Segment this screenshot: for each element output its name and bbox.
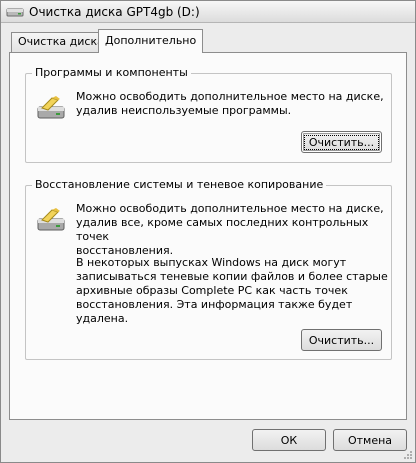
restore-cleanup-button[interactable]: Очистить...: [301, 329, 382, 351]
restore-description: Можно освободить дополнительное место на…: [76, 202, 384, 257]
drive-cleanup-icon: [6, 4, 24, 20]
restore-group-title: Восстановление системы и теневое копиров…: [32, 178, 327, 191]
window-title: Очистка диска GPT4gb (D:): [29, 4, 200, 19]
programs-description: Можно освободить дополнительное место на…: [76, 90, 384, 117]
programs-cleanup-button[interactable]: Очистить...: [301, 131, 382, 153]
programs-cleanup-label: Очистить...: [303, 134, 380, 150]
disk-cleanup-icon: [36, 208, 68, 234]
cancel-label: Отмена: [347, 433, 393, 447]
tab-label: Очистка диска: [18, 35, 104, 48]
tab-label: Дополнительно: [105, 34, 197, 47]
programs-groupbox: Программы и компоненты Можно освободить …: [25, 66, 392, 163]
ok-button[interactable]: ОК: [252, 429, 326, 451]
disk-cleanup-icon: [36, 96, 68, 122]
title-bar[interactable]: Очистка диска GPT4gb (D:): [1, 1, 415, 23]
restore-cleanup-label: Очистить...: [308, 333, 375, 347]
restore-shadow-copy-note: В некоторых выпусках Windows на диск мог…: [76, 256, 388, 325]
resize-grip-icon[interactable]: [403, 450, 413, 460]
tab-more-options[interactable]: Дополнительно: [98, 29, 204, 53]
tab-disk-cleanup[interactable]: Очистка диска: [11, 32, 111, 52]
ok-label: ОК: [280, 433, 298, 447]
restore-groupbox: Восстановление системы и теневое копиров…: [25, 178, 392, 360]
tab-panel-more-options: Программы и компоненты Можно освободить …: [9, 52, 407, 420]
cancel-button[interactable]: Отмена: [333, 429, 407, 451]
programs-group-title: Программы и компоненты: [32, 66, 191, 79]
disk-cleanup-window: Очистка диска GPT4gb (D:) Очистка диска …: [0, 0, 416, 463]
